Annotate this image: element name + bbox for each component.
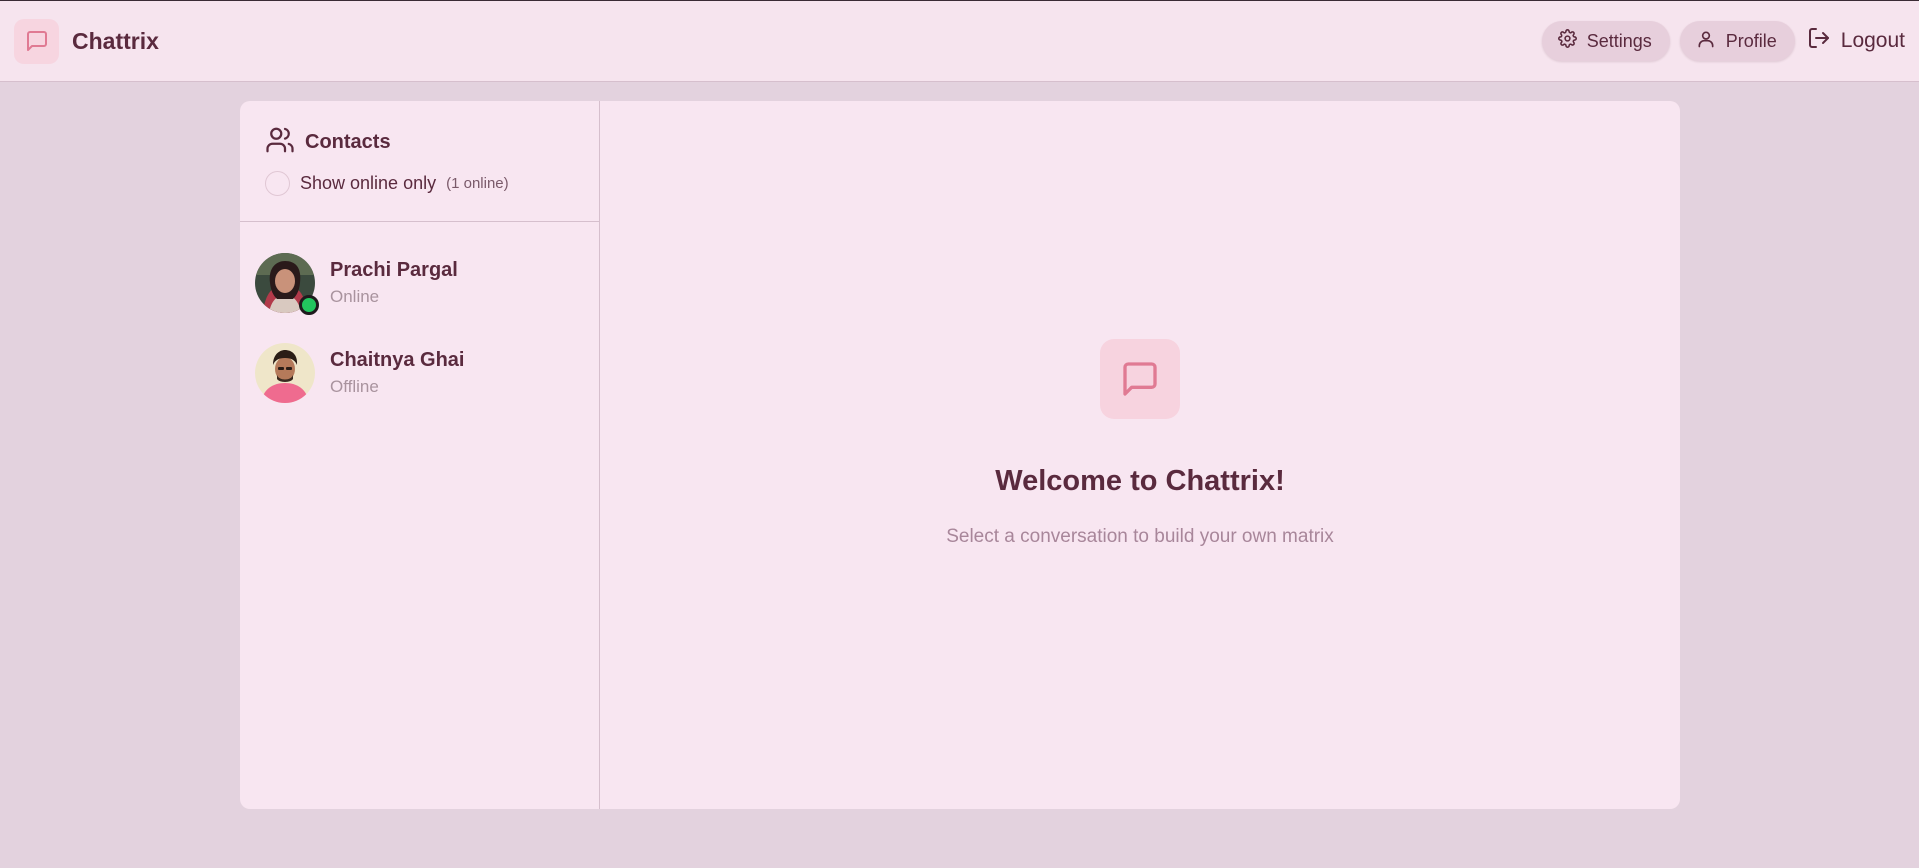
- users-icon: [265, 125, 295, 160]
- profile-button[interactable]: Profile: [1679, 21, 1795, 61]
- profile-label: Profile: [1725, 30, 1777, 51]
- contact-status: Online: [330, 287, 380, 306]
- online-filter: Show online only (1 online): [265, 169, 574, 197]
- gear-icon: [1557, 29, 1577, 53]
- avatar: [255, 253, 319, 315]
- contact-item[interactable]: Prachi Pargal Online: [240, 252, 599, 315]
- settings-label: Settings: [1586, 30, 1652, 51]
- user-icon: [1696, 29, 1716, 54]
- top-actions: Settings Profile Logout: [1541, 21, 1905, 61]
- welcome-panel: Welcome to Chattrix! Select a conversati…: [600, 101, 1680, 809]
- contact-text: Chaitnya Ghai Offline: [330, 347, 464, 399]
- logout-button[interactable]: Logout: [1805, 21, 1905, 61]
- chat-card: Contacts Show online only (1 online) Pra…: [240, 101, 1680, 809]
- contact-text: Prachi Pargal Online: [330, 257, 458, 309]
- settings-button[interactable]: Settings: [1541, 21, 1670, 61]
- logout-label: Logout: [1840, 29, 1905, 52]
- sidebar-header: Contacts Show online only (1 online): [240, 101, 599, 222]
- top-navbar: Chattrix Settings Profile Logout: [0, 0, 1919, 82]
- welcome-title: Welcome to Chattrix!: [995, 465, 1285, 497]
- contact-item[interactable]: Chaitnya Ghai Offline: [240, 342, 599, 404]
- message-square-icon: [1100, 339, 1180, 419]
- avatar: [255, 343, 315, 403]
- show-online-label[interactable]: Show online only: [300, 173, 436, 194]
- contact-name: Prachi Pargal: [330, 259, 458, 281]
- contacts-title: Contacts: [305, 130, 391, 153]
- app-title: Chattrix: [72, 27, 159, 54]
- contact-status: Offline: [330, 377, 379, 396]
- contact-name: Chaitnya Ghai: [330, 349, 465, 371]
- welcome-subtitle: Select a conversation to build your own …: [946, 526, 1334, 547]
- contact-list: Prachi Pargal Online Chaitnya Ghai Offli…: [240, 222, 599, 432]
- show-online-checkbox[interactable]: [265, 170, 290, 196]
- online-status-dot: [299, 295, 319, 315]
- logout-icon: [1807, 26, 1831, 56]
- brand[interactable]: Chattrix: [14, 18, 159, 64]
- online-count: (1 online): [446, 174, 509, 192]
- contacts-sidebar: Contacts Show online only (1 online) Pra…: [240, 101, 600, 809]
- message-square-icon: [14, 18, 59, 64]
- contacts-title-row: Contacts: [265, 127, 574, 157]
